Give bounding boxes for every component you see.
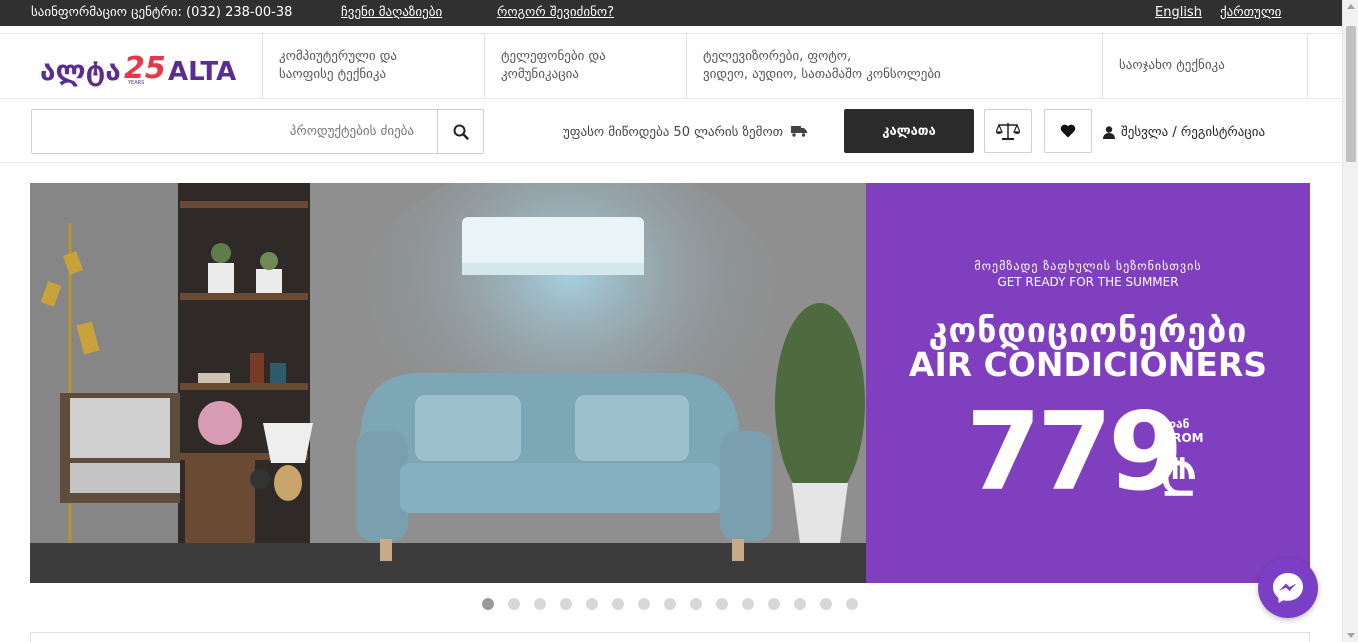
banner-promo-panel: მოემზადე ზაფხულის სეზონისთვის GET READY … [866,183,1310,583]
carousel-dot[interactable] [560,598,572,610]
login-register-link[interactable]: შესვლა / რეგისტრაცია [1103,125,1265,140]
language-georgian-link[interactable]: ქართული [1220,5,1281,20]
messenger-chat-button[interactable] [1258,558,1318,618]
logo-text-ka: ალტა [40,54,121,87]
category-label-2: ვიდეო, აუდიო, სათამაშო კონსოლები [703,67,941,82]
free-delivery-note: უფასო მიწოდება 50 ლარის ზემოთ [563,125,808,140]
scrollbar-thumb[interactable] [1346,26,1356,162]
language-english-link[interactable]: English [1155,5,1202,20]
carousel-dot[interactable] [482,598,494,610]
banner-room-image [30,183,866,583]
top-bar: საინფორმაციო ცენტრი: (032) 238-00-38 ჩვე… [0,0,1342,26]
search-box [31,109,484,154]
scroll-down-arrow-icon[interactable] [1347,633,1355,638]
carousel-dot[interactable] [612,598,624,610]
scales-icon [996,123,1020,140]
main-nav: ალტა 25 YEARS ALTA კომპიუტერული და საოფის… [0,33,1342,99]
banner-from-ka: დან [1166,417,1190,431]
search-icon [453,124,469,140]
logo-years-sub: YEARS [127,80,144,86]
carousel-dot[interactable] [794,598,806,610]
carousel-dot[interactable] [664,598,676,610]
heart-icon [1060,124,1076,138]
search-button[interactable] [437,110,483,153]
cart-button[interactable]: კალათა [844,109,974,153]
hero-banner[interactable]: მოემზადე ზაფხულის სეზონისთვის GET READY … [30,183,1310,583]
logo-text-en: ALTA [168,57,236,87]
alta-logo[interactable]: ალტა 25 YEARS ALTA [40,48,250,88]
carousel-dot[interactable] [716,598,728,610]
banner-subtitle-en: GET READY FOR THE SUMMER [997,275,1179,289]
wishlist-button[interactable] [1044,109,1092,153]
search-input[interactable] [32,110,438,153]
user-icon [1103,126,1115,139]
content-card-below [30,632,1310,642]
carousel-dot[interactable] [768,598,780,610]
banner-price: 779 [966,390,1183,515]
carousel-dot[interactable] [690,598,702,610]
banner-subtitle-ka: მოემზადე ზაფხულის სეზონისთვის [974,259,1202,273]
carousel-dot[interactable] [534,598,546,610]
our-stores-link[interactable]: ჩვენი მაღაზიები [341,5,442,20]
carousel-dot[interactable] [508,598,520,610]
category-label-1: საოჯახო ტექნიკა [1119,58,1225,73]
carousel-dot[interactable] [638,598,650,610]
banner-from-en: FROM [1164,431,1204,445]
carousel-dot[interactable] [586,598,598,610]
carousel-dot[interactable] [742,598,754,610]
carousel-dots [482,598,858,610]
scroll-up-arrow-icon[interactable] [1347,4,1355,9]
search-row: უფასო მიწოდება 50 ლარის ზემოთ კალათა შეს… [0,99,1342,163]
carousel-dot[interactable] [846,598,858,610]
login-label: შესვლა / რეგისტრაცია [1121,125,1266,140]
messenger-icon [1273,573,1303,603]
page-scrollbar[interactable] [1342,0,1358,642]
category-home-appliances[interactable]: საოჯახო ტექნიკა [1102,34,1308,98]
category-tv-photo[interactable]: ტელევიზორები, ფოტო, ვიდეო, აუდიო, სათამაშ… [686,34,1102,98]
category-computers[interactable]: კომპიუტერული და საოფისე ტექნიკა [262,34,484,98]
category-label-2: საოფისე ტექნიკა [279,67,387,82]
delivery-text: უფასო მიწოდება 50 ლარის ზემოთ [563,125,784,140]
category-label-1: ტელეფონები და [501,49,606,64]
category-label-2: კომუნიკაცია [501,67,579,82]
info-center-phone: საინფორმაციო ცენტრი: (032) 238-00-38 [31,5,293,20]
category-label-1: ტელევიზორები, ფოტო, [703,49,852,64]
compare-button[interactable] [984,109,1032,153]
how-to-buy-link[interactable]: როგორ შევიძინო? [497,5,614,20]
banner-title-en: AIR CONDICIONERS [908,345,1268,384]
truck-icon [791,126,808,137]
category-phones[interactable]: ტელეფონები და კომუნიკაცია [484,34,686,98]
category-label-1: კომპიუტერული და [279,49,397,64]
banner-currency: ₾ [1160,451,1198,507]
carousel-dot[interactable] [820,598,832,610]
